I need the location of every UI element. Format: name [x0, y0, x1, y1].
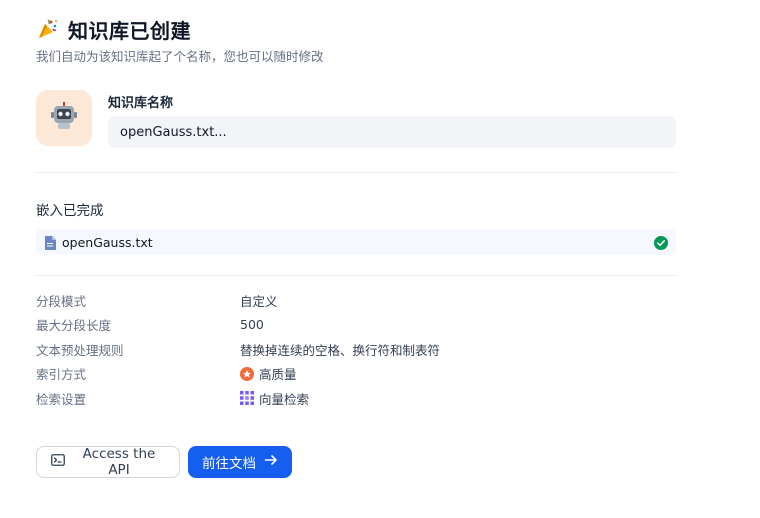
- meta-key: 最大分段长度: [36, 318, 112, 334]
- meta-key: 文本预处理规则: [36, 342, 124, 358]
- meta-value-text: 自定义: [240, 293, 278, 309]
- high-quality-icon: [240, 366, 254, 381]
- meta-key: 分段模式: [36, 293, 87, 309]
- meta-value-text: 向量检索: [259, 391, 310, 407]
- access-api-button[interactable]: Access the API: [36, 446, 180, 478]
- meta-value-text: 500: [240, 317, 264, 333]
- meta-row: 检索设置 向量检索: [36, 386, 676, 411]
- avatar[interactable]: [36, 90, 92, 146]
- document-icon: [44, 235, 56, 250]
- meta-value: 替换掉连续的空格、换行符和制表符: [240, 340, 440, 359]
- meta-row: 索引方式 高质量: [36, 362, 676, 387]
- meta-value: 向量检索: [240, 389, 309, 408]
- title-row: 知识库已创建: [36, 16, 324, 43]
- robot-icon: [49, 101, 79, 135]
- meta-row: 最大分段长度 500: [36, 313, 676, 338]
- knowledge-name-input[interactable]: openGauss.txt...: [108, 116, 676, 148]
- meta-key: 检索设置: [36, 391, 87, 407]
- meta-value-text: 高质量: [259, 367, 297, 383]
- access-api-label: Access the API: [82, 446, 156, 478]
- page-title: 知识库已创建: [68, 18, 191, 43]
- embed-status-title: 嵌入已完成: [36, 203, 104, 219]
- knowledge-name-section: 知识库名称 openGauss.txt...: [36, 89, 676, 149]
- meta-row: 分段模式 自定义: [36, 288, 676, 313]
- divider: [36, 275, 676, 276]
- meta-value: 自定义: [240, 291, 278, 310]
- meta-key: 索引方式: [36, 367, 87, 383]
- go-to-documents-label: 前往文档: [202, 456, 256, 472]
- knowledge-name-label: 知识库名称: [108, 96, 174, 111]
- go-to-documents-button[interactable]: 前往文档: [188, 446, 292, 478]
- check-circle-icon: [654, 235, 668, 250]
- meta-value-text: 替换掉连续的空格、换行符和制表符: [240, 342, 441, 358]
- action-bar: Access the API 前往文档: [36, 446, 292, 478]
- file-row: openGauss.txt: [36, 229, 676, 255]
- page-subtitle: 我们自动为该知识库起了个名称，您也可以随时修改: [36, 49, 324, 64]
- file-name: openGauss.txt: [62, 234, 153, 250]
- arrow-right-icon: [264, 453, 278, 471]
- meta-row: 文本预处理规则 替换掉连续的空格、换行符和制表符: [36, 337, 676, 362]
- terminal-icon: [51, 453, 65, 471]
- settings-summary: 分段模式 自定义 最大分段长度 500 文本预处理规则 替换掉连续的空格、换行符…: [36, 288, 676, 411]
- meta-value: 高质量: [240, 364, 297, 383]
- header: 知识库已创建 我们自动为该知识库起了个名称，您也可以随时修改: [36, 16, 324, 65]
- vector-search-icon: [240, 391, 254, 406]
- party-popper-icon: [36, 17, 60, 41]
- divider: [36, 172, 676, 173]
- meta-value: 500: [240, 317, 264, 332]
